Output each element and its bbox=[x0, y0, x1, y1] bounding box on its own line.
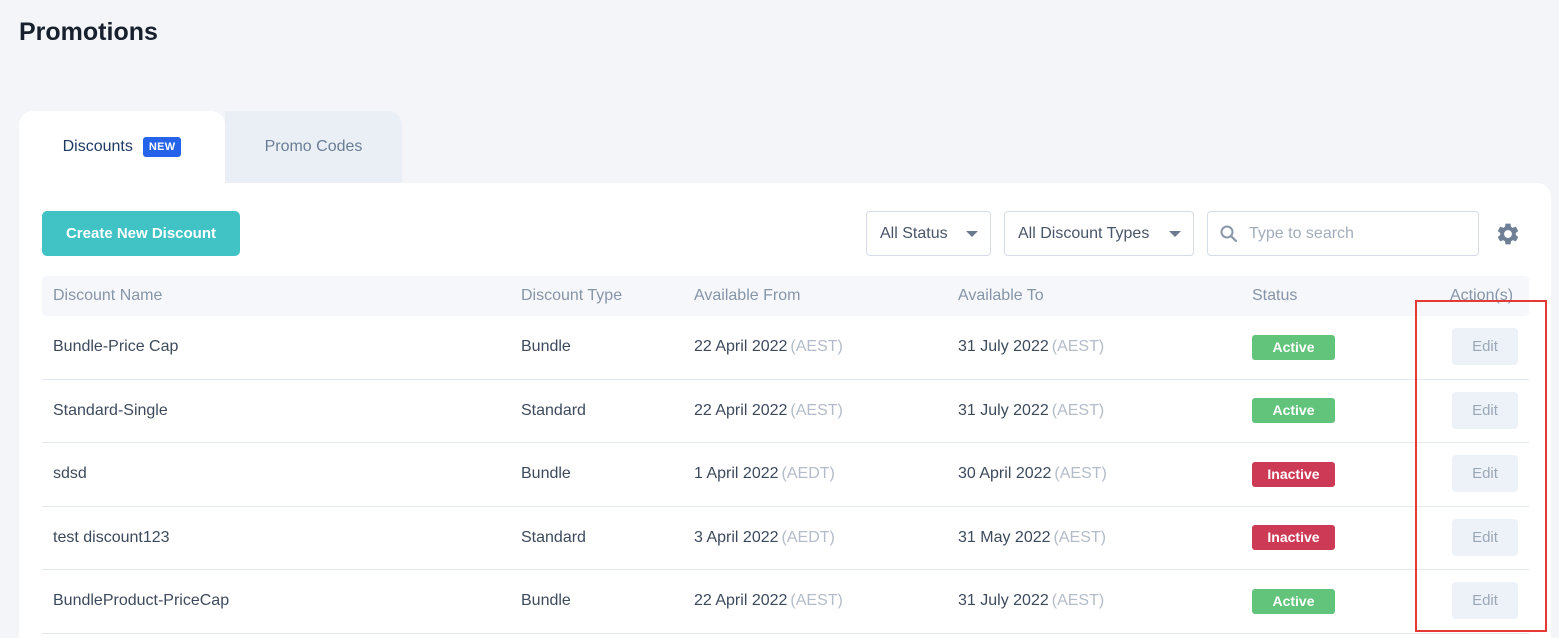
status-cell: Active bbox=[1252, 316, 1335, 379]
header-discount-name: Discount Name bbox=[53, 287, 163, 304]
discounts-panel: Create New Discount All Status All Disco… bbox=[19, 183, 1551, 638]
available-to-date: 31 May 2022 bbox=[958, 528, 1051, 546]
available-to-timezone: (AEST) bbox=[1051, 592, 1105, 610]
available-to-date: 30 April 2022 bbox=[958, 465, 1052, 483]
discount-name: Standard-Single bbox=[53, 401, 168, 419]
discount-type: Standard bbox=[521, 528, 586, 546]
edit-button[interactable]: Edit bbox=[1452, 328, 1518, 365]
available-from-timezone: (AEST) bbox=[790, 592, 843, 610]
available-from-date: 22 April 2022 bbox=[694, 338, 788, 356]
status-badge: Active bbox=[1252, 588, 1335, 614]
available-from: 22 April 2022 (AEST) bbox=[694, 570, 843, 633]
available-to-timezone: (AEST) bbox=[1053, 528, 1106, 546]
status-badge: Active bbox=[1252, 398, 1335, 424]
available-from-timezone: (AEDT) bbox=[781, 528, 835, 546]
header-discount-type: Discount Type bbox=[521, 287, 623, 304]
search-box bbox=[1207, 211, 1479, 256]
status-cell: Active bbox=[1252, 570, 1335, 633]
chevron-down-icon bbox=[966, 231, 978, 237]
tab-discounts-label: Discounts bbox=[62, 138, 133, 155]
available-to-date: 31 July 2022 bbox=[958, 592, 1049, 610]
discount-name: sdsd bbox=[53, 465, 87, 483]
edit-button[interactable]: Edit bbox=[1452, 455, 1518, 492]
discount-type: Bundle bbox=[521, 592, 571, 610]
available-from-timezone: (AEST) bbox=[790, 401, 843, 419]
available-from-timezone: (AEST) bbox=[790, 338, 843, 356]
create-discount-button[interactable]: Create New Discount bbox=[42, 211, 240, 256]
table-header: Discount Name Discount Type Available Fr… bbox=[42, 276, 1529, 316]
header-available-from: Available From bbox=[694, 287, 801, 304]
available-from-timezone: (AEDT) bbox=[781, 465, 835, 483]
available-to: 31 July 2022 (AEST) bbox=[958, 570, 1104, 633]
discount-type: Bundle bbox=[521, 338, 571, 356]
available-from-date: 3 April 2022 bbox=[694, 528, 779, 546]
status-cell: Inactive bbox=[1252, 507, 1335, 570]
discount-type-filter-value: All Discount Types bbox=[1018, 224, 1150, 242]
available-from-date: 22 April 2022 bbox=[694, 401, 788, 419]
header-available-to: Available To bbox=[958, 287, 1044, 304]
discount-name: BundleProduct-PriceCap bbox=[53, 592, 230, 610]
available-to-date: 31 July 2022 bbox=[958, 401, 1049, 419]
available-from: 22 April 2022 (AEST) bbox=[694, 380, 843, 443]
new-badge: NEW bbox=[142, 137, 182, 157]
edit-button[interactable]: Edit bbox=[1452, 518, 1518, 556]
available-to: 31 July 2022 (AEST) bbox=[958, 316, 1104, 379]
status-badge: Inactive bbox=[1252, 461, 1335, 487]
status-filter-value: All Status bbox=[880, 224, 948, 242]
table-row: Bundle-Price Cap Bundle 22 April 2022 (AE… bbox=[42, 316, 1529, 380]
discount-type: Bundle bbox=[521, 465, 571, 483]
discount-type: Standard bbox=[521, 401, 586, 419]
search-icon bbox=[1220, 225, 1237, 242]
status-filter-select[interactable]: All Status bbox=[866, 211, 991, 256]
available-to: 31 May 2022 (AEST) bbox=[958, 507, 1106, 570]
available-to-timezone: (AEST) bbox=[1051, 338, 1105, 356]
gear-icon[interactable] bbox=[1495, 221, 1521, 247]
available-to-date: 31 July 2022 bbox=[958, 338, 1049, 356]
status-cell: Inactive bbox=[1252, 443, 1335, 506]
table-row: Standard-Single Standard 22 April 2022 (A… bbox=[42, 380, 1529, 443]
available-to: 30 April 2022 (AEST) bbox=[958, 443, 1107, 506]
available-from: 22 April 2022 (AEST) bbox=[694, 316, 843, 379]
table-row: BundleProduct-PriceCap Bundle 22 April 2… bbox=[42, 570, 1529, 634]
search-input[interactable] bbox=[1249, 224, 1459, 243]
tab-discounts[interactable]: Discounts NEW bbox=[19, 111, 225, 183]
status-cell: Active bbox=[1252, 380, 1335, 443]
available-from: 1 April 2022 (AEDT) bbox=[694, 443, 835, 506]
discounts-table: Discount Name Discount Type Available Fr… bbox=[42, 276, 1529, 634]
table-row: sdsd Bundle 1 April 2022 (AEDT) 30 April … bbox=[42, 443, 1529, 507]
edit-button[interactable]: Edit bbox=[1452, 582, 1518, 619]
tab-promo-codes[interactable]: Promo Codes bbox=[225, 111, 402, 183]
header-actions: Action(s) bbox=[1450, 287, 1514, 304]
status-badge: Active bbox=[1252, 334, 1335, 360]
discount-name: Bundle-Price Cap bbox=[53, 338, 179, 356]
chevron-down-icon bbox=[1169, 231, 1181, 237]
available-from-date: 22 April 2022 bbox=[694, 592, 788, 610]
available-to: 31 July 2022 (AEST) bbox=[958, 380, 1104, 443]
table-row: test discount123 Standard 3 April 2022 (A… bbox=[42, 507, 1529, 570]
discount-name: test discount123 bbox=[53, 528, 170, 546]
header-status: Status bbox=[1252, 287, 1298, 304]
available-to-timezone: (AEST) bbox=[1054, 465, 1107, 483]
available-from: 3 April 2022 (AEDT) bbox=[694, 507, 835, 570]
discount-type-filter-select[interactable]: All Discount Types bbox=[1004, 211, 1194, 256]
status-badge: Inactive bbox=[1252, 525, 1335, 551]
page-title: Promotions bbox=[19, 18, 158, 46]
tab-promo-codes-label: Promo Codes bbox=[264, 138, 363, 155]
available-from-date: 1 April 2022 bbox=[694, 465, 779, 483]
tab-bar: Discounts NEW Promo Codes bbox=[19, 111, 402, 183]
available-to-timezone: (AEST) bbox=[1051, 401, 1105, 419]
edit-button[interactable]: Edit bbox=[1452, 391, 1518, 429]
